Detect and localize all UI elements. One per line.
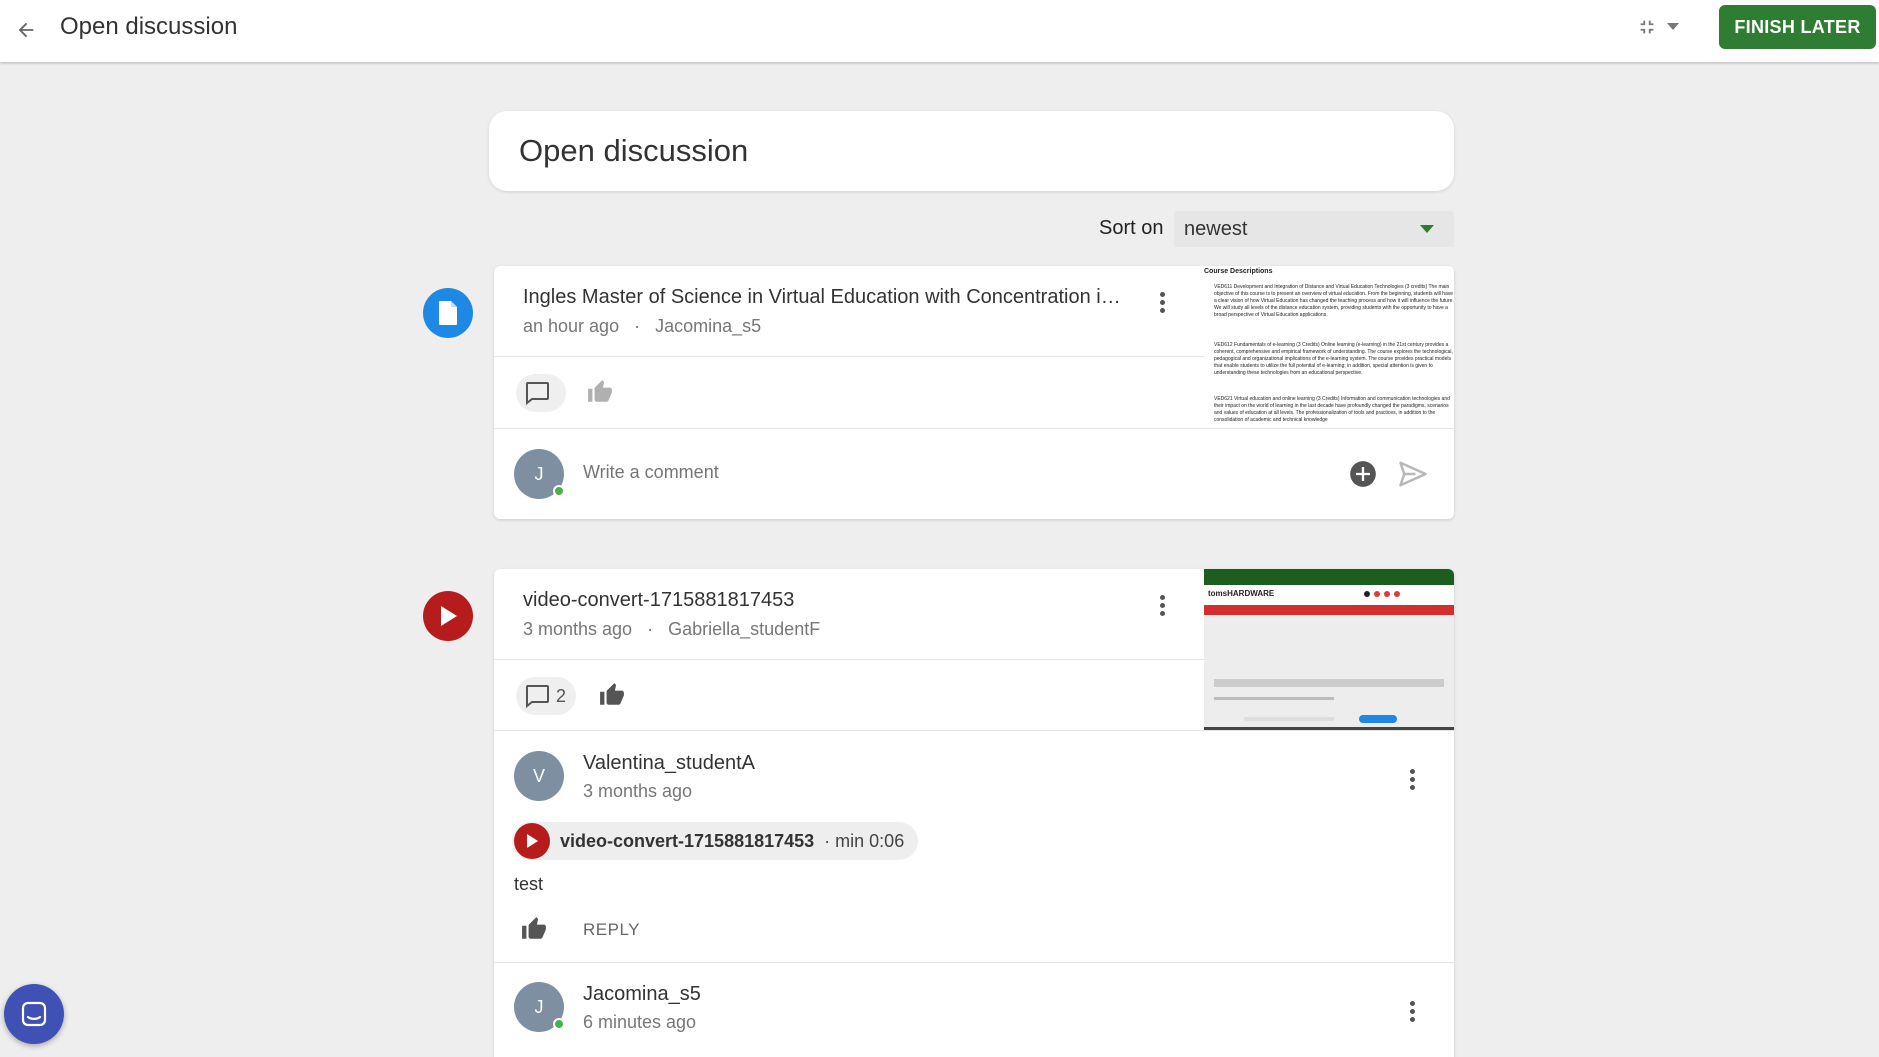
post-options-button[interactable] (1147, 282, 1177, 322)
post-card: video-convert-1715881817453 3 months ago… (494, 569, 1454, 1057)
media-name: video-convert-1715881817453 (560, 830, 815, 851)
meta-separator: · (634, 316, 641, 336)
document-post-icon (423, 288, 473, 338)
play-icon (514, 823, 550, 859)
back-arrow-icon (18, 22, 34, 38)
thumbnail-site-header: tomsHARDWARE (1204, 585, 1454, 605)
dropdown-caret-icon (1420, 225, 1434, 233)
comment-input[interactable] (583, 462, 1283, 483)
add-circle-icon (1350, 461, 1376, 487)
thumbs-up-icon (522, 917, 546, 939)
avatar: V (514, 751, 564, 801)
post-author: Gabriella_studentF (668, 619, 821, 639)
sort-label: Sort on (1099, 217, 1164, 239)
comment-options-button[interactable] (1397, 991, 1427, 1031)
send-button[interactable] (1398, 459, 1430, 491)
avatar: J (514, 449, 565, 499)
back-button[interactable] (6, 10, 46, 50)
comment-icon (526, 382, 549, 405)
post-title[interactable]: video-convert-1715881817453 (523, 589, 1123, 612)
comments-button[interactable]: 2 (516, 677, 577, 715)
post-card: Ingles Master of Science in Virtual Educ… (494, 266, 1454, 519)
top-bar: Open discussion FINISH LATER (0, 0, 1879, 62)
post-time: an hour ago (523, 316, 620, 336)
chevron-down-icon (1667, 23, 1679, 30)
thumbs-up-icon (600, 683, 624, 705)
thumbnail-item: VED612 Fundamentals of e-learning (3 Cre… (1214, 342, 1453, 376)
video-post-icon (423, 591, 473, 641)
media-time: · min 0:06 (824, 830, 905, 851)
finish-later-button[interactable]: FINISH LATER (1719, 5, 1876, 49)
post-title[interactable]: Ingles Master of Science in Virtual Educ… (523, 286, 1123, 309)
like-button[interactable] (582, 374, 618, 410)
video-thumbnail[interactable]: tomsHARDWARE (1204, 569, 1454, 730)
online-indicator (553, 485, 565, 497)
collapse-menu-button[interactable] (1636, 12, 1696, 42)
meta-separator: · (647, 619, 654, 639)
comments-button[interactable] (516, 374, 566, 412)
online-indicator (553, 1018, 565, 1030)
media-timestamp-chip[interactable]: video-convert-1715881817453 · min 0:06 (512, 822, 919, 860)
comment-like-button[interactable] (516, 911, 552, 947)
comment-icon (526, 685, 549, 708)
play-icon (441, 606, 457, 626)
thumbnail-item: VED611 Development and Integration of Di… (1214, 284, 1454, 318)
post-author: Jacomina_s5 (655, 316, 762, 336)
divider (494, 356, 1204, 357)
comment-author: Valentina_studentA (583, 752, 755, 774)
post-time: 3 months ago (523, 619, 633, 639)
comment-text: test (514, 874, 544, 894)
divider (494, 962, 1454, 963)
collapse-icon (1640, 20, 1654, 34)
post-options-button[interactable] (1147, 585, 1177, 625)
divider (494, 730, 1454, 731)
sort-select[interactable]: newest (1174, 211, 1454, 247)
discussion-title-card: Open discussion (489, 111, 1454, 191)
divider (494, 659, 1204, 660)
document-icon (439, 301, 457, 325)
comment-time: 6 minutes ago (583, 1012, 697, 1032)
post-meta: 3 months ago · Gabriella_studentF (523, 619, 820, 640)
like-button[interactable] (594, 677, 630, 713)
comment-options-button[interactable] (1397, 759, 1427, 799)
thumbnail-item: VED621 Virtual education and online lear… (1214, 396, 1450, 423)
comment-time: 3 months ago (583, 781, 693, 801)
document-thumbnail[interactable]: Course Descriptions VED611 Development a… (1204, 266, 1454, 429)
discussion-title: Open discussion (519, 133, 749, 168)
post-meta: an hour ago · Jacomina_s5 (523, 316, 761, 337)
thumbs-up-icon (588, 380, 612, 402)
thumbnail-nav (1204, 605, 1454, 615)
page-title: Open discussion (60, 13, 238, 40)
comment-count: 2 (556, 685, 567, 706)
sort-value: newest (1184, 218, 1248, 240)
send-icon (1399, 461, 1427, 487)
comment-author: Jacomina_s5 (583, 983, 701, 1005)
avatar: J (514, 982, 565, 1032)
thumbnail-heading: Course Descriptions (1204, 268, 1273, 275)
reply-button[interactable]: REPLY (583, 920, 640, 940)
divider (494, 428, 1454, 429)
thumbnail-browser-bar (1204, 569, 1454, 585)
add-attachment-button[interactable] (1349, 460, 1379, 490)
chat-launcher-button[interactable] (4, 984, 64, 1044)
chat-icon (21, 1001, 47, 1027)
thumbnail-logo: tomsHARDWARE (1208, 589, 1275, 598)
